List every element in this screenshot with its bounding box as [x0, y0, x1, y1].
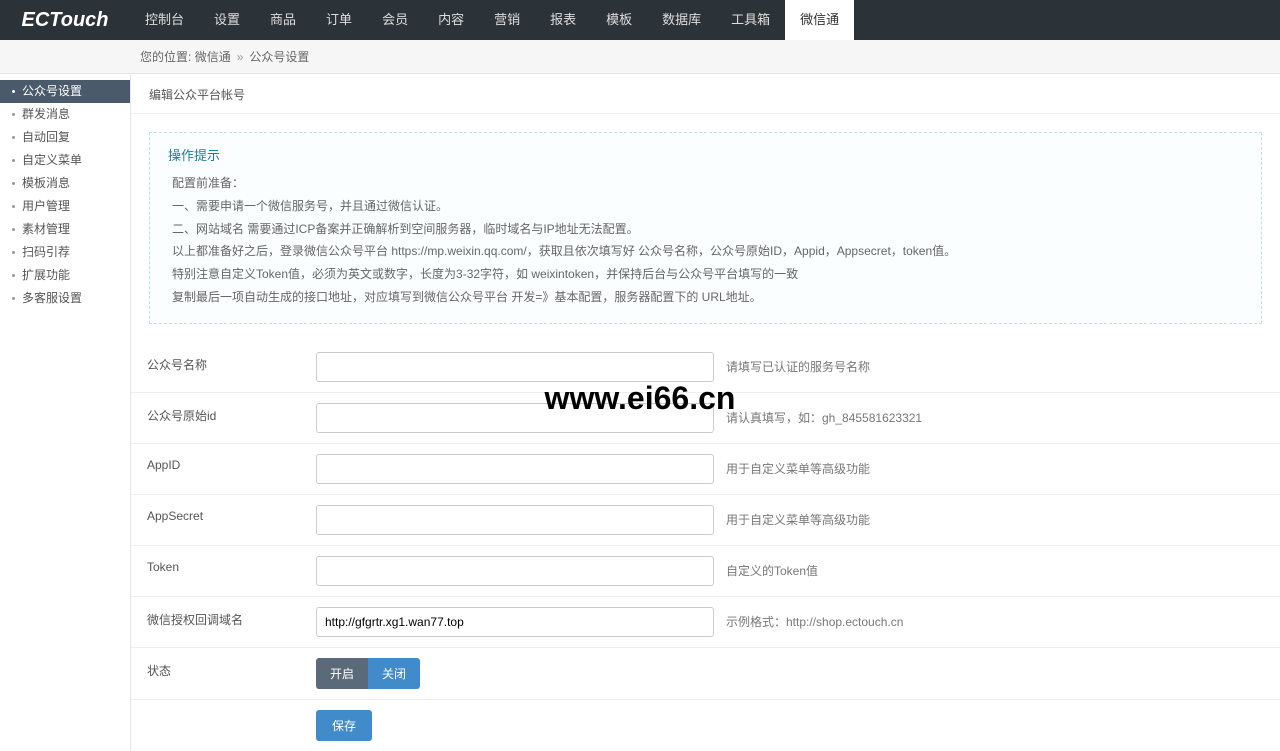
label-empty [131, 700, 316, 751]
breadcrumb: 您的位置: 微信通 » 公众号设置 [0, 40, 1280, 74]
input-name[interactable] [316, 352, 714, 382]
topbar: ECTouch 控制台设置商品订单会员内容营销报表模板数据库工具箱微信通 [0, 0, 1280, 40]
help-token: 自定义的Token值 [726, 562, 818, 579]
topnav-item-5[interactable]: 内容 [423, 0, 479, 40]
form: 公众号名称 请填写已认证的服务号名称 公众号原始id 请认真填写，如：gh_84… [131, 342, 1280, 751]
hint-box: 操作提示 配置前准备：一、需要申请一个微信服务号，并且通过微信认证。二、网站域名… [149, 132, 1262, 324]
hint-title: 操作提示 [168, 145, 1243, 164]
help-name: 请填写已认证的服务号名称 [726, 358, 870, 375]
input-token[interactable] [316, 556, 714, 586]
sidebar-item-3[interactable]: 自定义菜单 [0, 149, 130, 172]
topnav-item-3[interactable]: 订单 [311, 0, 367, 40]
help-origid: 请认真填写，如：gh_845581623321 [726, 409, 922, 426]
sidebar-item-5[interactable]: 用户管理 [0, 195, 130, 218]
topnav-item-9[interactable]: 数据库 [647, 0, 716, 40]
logo[interactable]: ECTouch [0, 0, 130, 40]
help-appsecret: 用于自定义菜单等高级功能 [726, 511, 870, 528]
sidebar-item-0[interactable]: 公众号设置 [0, 80, 130, 103]
topnav-item-7[interactable]: 报表 [535, 0, 591, 40]
label-appid: AppID [131, 444, 316, 494]
topnav-item-2[interactable]: 商品 [255, 0, 311, 40]
hint-line-0: 配置前准备： [168, 172, 1243, 195]
status-off-button[interactable]: 关闭 [368, 658, 420, 689]
hint-line-2: 二、网站域名 需要通过ICP备案并正确解析到空间服务器，临时域名与IP地址无法配… [168, 218, 1243, 241]
logo-text: ECTouch [21, 9, 108, 32]
topnav-item-11[interactable]: 微信通 [785, 0, 854, 40]
status-on-button[interactable]: 开启 [316, 658, 368, 689]
page-title: 编辑公众平台帐号 [131, 74, 1280, 114]
label-name: 公众号名称 [131, 342, 316, 392]
sidebar-item-2[interactable]: 自动回复 [0, 126, 130, 149]
label-token: Token [131, 546, 316, 596]
sidebar-item-1[interactable]: 群发消息 [0, 103, 130, 126]
label-status: 状态 [131, 648, 316, 699]
sidebar-item-8[interactable]: 扩展功能 [0, 264, 130, 287]
input-callback[interactable] [316, 607, 714, 637]
hint-line-4: 特别注意自定义Token值，必须为英文或数字，长度为3-32字符，如 weixi… [168, 263, 1243, 286]
status-toggle[interactable]: 开启 关闭 [316, 658, 420, 689]
label-origid: 公众号原始id [131, 393, 316, 443]
topnav-item-4[interactable]: 会员 [367, 0, 423, 40]
label-appsecret: AppSecret [131, 495, 316, 545]
sidebar-item-7[interactable]: 扫码引荐 [0, 241, 130, 264]
topnav: 控制台设置商品订单会员内容营销报表模板数据库工具箱微信通 [130, 0, 854, 40]
breadcrumb-prefix: 您的位置: [140, 48, 191, 65]
label-callback: 微信授权回调域名 [131, 597, 316, 647]
chevron-right-icon: » [237, 50, 244, 64]
help-appid: 用于自定义菜单等高级功能 [726, 460, 870, 477]
topnav-item-8[interactable]: 模板 [591, 0, 647, 40]
topnav-item-6[interactable]: 营销 [479, 0, 535, 40]
breadcrumb-path1[interactable]: 微信通 [195, 48, 231, 65]
save-button[interactable]: 保存 [316, 710, 372, 741]
topnav-item-0[interactable]: 控制台 [130, 0, 199, 40]
input-origid[interactable] [316, 403, 714, 433]
hint-line-1: 一、需要申请一个微信服务号，并且通过微信认证。 [168, 195, 1243, 218]
hint-line-3: 以上都准备好之后，登录微信公众号平台 https://mp.weixin.qq.… [168, 240, 1243, 263]
sidebar-item-9[interactable]: 多客服设置 [0, 287, 130, 310]
topnav-item-10[interactable]: 工具箱 [716, 0, 785, 40]
sidebar-item-6[interactable]: 素材管理 [0, 218, 130, 241]
main-content: 编辑公众平台帐号 操作提示 配置前准备：一、需要申请一个微信服务号，并且通过微信… [130, 74, 1280, 751]
input-appsecret[interactable] [316, 505, 714, 535]
sidebar-item-4[interactable]: 模板消息 [0, 172, 130, 195]
topnav-item-1[interactable]: 设置 [199, 0, 255, 40]
help-callback: 示例格式：http://shop.ectouch.cn [726, 613, 903, 630]
sidebar: 公众号设置群发消息自动回复自定义菜单模板消息用户管理素材管理扫码引荐扩展功能多客… [0, 74, 130, 751]
input-appid[interactable] [316, 454, 714, 484]
hint-line-5: 复制最后一项自动生成的接口地址，对应填写到微信公众号平台 开发=》基本配置，服务… [168, 286, 1243, 309]
breadcrumb-path2[interactable]: 公众号设置 [249, 48, 309, 65]
